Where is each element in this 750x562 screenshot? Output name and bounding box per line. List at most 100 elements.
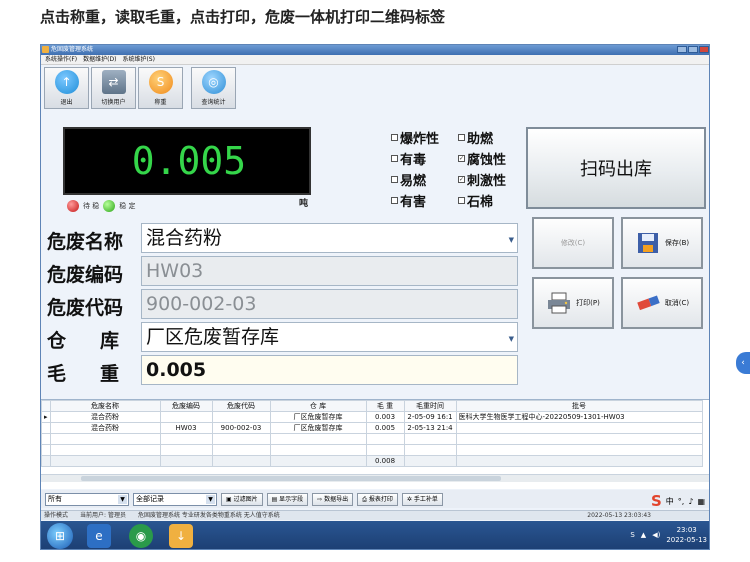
col-header[interactable]: 毛重时间 [403,400,457,412]
menu-system-maintenance[interactable]: 系统维护(S) [122,55,155,64]
prop-explosive[interactable]: 爆炸性 [391,128,439,147]
checkbox-checked-icon[interactable]: ✓ [458,176,465,183]
side-collapse-button[interactable]: ‹ [736,352,750,374]
prop-label: 有毒 [400,153,427,168]
switch-user-label: 切换用户 [101,99,126,106]
checkbox-icon[interactable] [458,197,465,204]
checkbox-icon[interactable] [458,134,465,141]
ime-toolbar[interactable]: S 中 °, ♪ ▦ [651,492,705,510]
col-header[interactable]: 仓 库 [269,400,367,412]
exit-button[interactable]: ↑ 退出 [44,67,89,109]
prop-label: 助燃 [467,132,494,147]
scrollbar-thumb[interactable] [81,476,501,481]
modify-button[interactable]: 修改(C) [532,217,614,269]
prop-toxic[interactable]: 有毒 [391,149,426,168]
row-marker-header [41,400,51,412]
cell: 0.005 [365,422,405,434]
filter-images-button[interactable]: ▣ 过滤图片 [221,492,263,506]
table-row[interactable]: ▸ 混合药粉 厂区危废暂存库 0.003 2-05-09 16:1 医科大学生物… [41,411,703,423]
clock[interactable]: 23:03 2022-05-13 [666,525,707,545]
app-taskbar-icon[interactable]: ↓ [169,524,193,548]
cell: 医科大学生物医学工程中心-20220509-1301-HW03 [455,411,703,423]
close-button[interactable] [699,46,709,53]
status-mode: 操作模式 [44,512,69,519]
dropdown-arrow-icon[interactable]: ▼ [509,226,514,254]
col-header[interactable]: 危废代码 [211,400,271,412]
checkbox-icon[interactable] [391,176,398,183]
total-weight: 0.008 [365,455,405,467]
ime-mode[interactable]: 中 [666,496,674,507]
app-window: 危固废管理系统 系统操作(F) 数据维护(D) 系统维护(S) ↑ 退出 ⇄ 切… [40,44,710,550]
show-fields-button[interactable]: ▤ 显示字段 [266,492,309,506]
prop-flammable[interactable]: 易燃 [391,170,426,189]
checkbox-icon[interactable] [391,197,398,204]
table-row[interactable]: 混合药粉 HW03 900-002-03 厂区危废暂存库 0.005 2-05-… [41,422,703,434]
prop-label: 有害 [400,195,427,210]
mic-icon[interactable]: ♪ [688,497,693,506]
table-totals-row: 0.008 [41,455,703,467]
filter-all-select[interactable]: 所有 ▼ [45,492,129,506]
query-stats-label: 查询统计 [201,99,226,106]
prop-irritant[interactable]: ✓ 刺激性 [458,170,506,189]
warehouse-select[interactable]: 厂区危废暂存库 ▼ [141,322,518,352]
name-select[interactable]: 混合药粉 ▼ [141,223,518,253]
prop-oxidizing[interactable]: 助燃 [458,128,493,147]
save-button[interactable]: 保存(B) [621,217,703,269]
weight-value: 0.005 [131,139,247,183]
export-data-button[interactable]: ⇨ 数据导出 [312,492,354,506]
punctuation-icon[interactable]: °, [678,497,685,506]
prop-corrosive[interactable]: ✓ 腐蚀性 [458,149,506,168]
scan-out-button[interactable]: 扫码出库 [526,127,706,209]
cell [159,411,213,423]
window-title: 危固废管理系统 [51,46,94,53]
query-stats-button[interactable]: ◎ 查询统计 [191,67,236,109]
col-header[interactable]: 危废编码 [159,400,213,412]
dropdown-arrow-icon[interactable]: ▼ [118,494,127,504]
checkbox-icon[interactable] [391,134,398,141]
col-header[interactable]: 批号 [455,400,703,412]
report-print-button[interactable]: ⎙ 报表打印 [357,492,398,506]
report-print-label: 报表打印 [368,495,393,503]
sogou-icon[interactable]: S [651,492,662,510]
network-icon[interactable]: ▲ [641,531,646,539]
menu-data-maintenance[interactable]: 数据维护(D) [83,55,116,64]
sogou-tray-icon[interactable]: S [630,531,634,539]
gross-label-b: 重 [100,363,120,385]
checkbox-icon[interactable] [391,155,398,162]
volume-icon[interactable]: ◀) [652,531,660,539]
unstable-label: 待 稳 [83,202,100,210]
chrome-icon[interactable]: ◉ [129,524,153,548]
switch-user-button[interactable]: ⇄ 切换用户 [91,67,136,109]
prop-label: 易燃 [400,174,427,189]
dropdown-arrow-icon[interactable]: ▼ [509,325,514,353]
title-bar: 危固废管理系统 [41,45,709,55]
gross-label-a: 毛 [47,363,67,385]
keyboard-icon[interactable]: ▦ [697,497,705,506]
ie-icon[interactable]: e [87,524,111,548]
print-button[interactable]: 打印(P) [532,277,614,329]
col-header[interactable]: 危废名称 [49,400,161,412]
modify-label: 修改(C) [560,239,586,247]
cell: 900-002-03 [211,422,271,434]
horizontal-scrollbar[interactable] [41,474,709,482]
col-header[interactable]: 毛 重 [365,400,405,412]
query-stats-icon: ◎ [201,70,226,94]
manual-entry-button[interactable]: ✲ 手工补单 [401,492,443,506]
minimize-button[interactable] [677,46,687,53]
table-header-row: 危废名称 危废编码 危废代码 仓 库 毛 重 毛重时间 批号 [41,400,703,412]
weight-display: 0.005 [63,127,311,195]
maximize-button[interactable] [688,46,698,53]
weigh-button[interactable]: S 称重 [138,67,183,109]
filter-bar: 所有 ▼ 全部记录 ▼ ▣ 过滤图片 ▤ 显示字段 ⇨ 数据导出 ⎙ 报表打印 ✲ … [41,490,709,510]
cell: 厂区危废暂存库 [269,411,367,423]
stable-led-icon [103,200,116,212]
prop-asbestos[interactable]: 石棉 [458,191,493,210]
checkbox-checked-icon[interactable]: ✓ [458,155,465,162]
warehouse-label-b: 库 [100,330,120,352]
filter-records-select[interactable]: 全部记录 ▼ [133,492,217,506]
start-button[interactable]: ⊞ [47,523,73,549]
dropdown-arrow-icon[interactable]: ▼ [206,494,215,504]
prop-harmful[interactable]: 有害 [391,191,426,210]
cancel-button[interactable]: 取消(C) [621,277,703,329]
menu-system-ops[interactable]: 系统操作(F) [45,55,77,64]
